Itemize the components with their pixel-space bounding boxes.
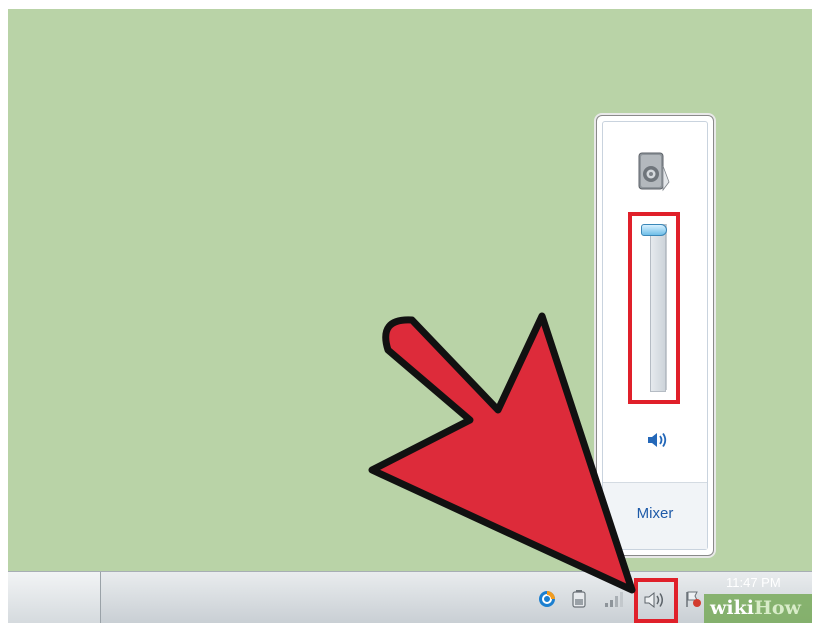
battery-icon[interactable]	[572, 590, 586, 608]
volume-slider-ticks	[666, 224, 673, 390]
volume-slider-highlight	[628, 212, 680, 404]
action-center-flag-icon[interactable]	[684, 590, 702, 608]
volume-flyout: Mixer	[596, 115, 714, 556]
watermark-wiki: wiki	[710, 597, 754, 619]
volume-slider-thumb[interactable]	[641, 224, 667, 236]
taskbar: 11:47 PM wikiHow	[8, 571, 812, 623]
wikihow-watermark: wikiHow	[704, 594, 812, 623]
taskbar-button-area[interactable]	[8, 572, 101, 623]
mixer-link[interactable]: Mixer	[603, 505, 707, 522]
speaker-icon-highlight	[634, 578, 678, 623]
clock-text[interactable]: 11:47 PM	[726, 575, 812, 591]
flyout-footer: Mixer	[603, 482, 707, 549]
network-signal-icon[interactable]	[604, 590, 626, 608]
volume-slider-track[interactable]	[650, 224, 666, 392]
speaker-volume-icon[interactable]	[645, 430, 669, 450]
watermark-how: How	[753, 597, 801, 619]
speaker-device-icon[interactable]	[637, 152, 671, 194]
program-circle-icon[interactable]	[538, 590, 556, 608]
volume-flyout-panel: Mixer	[602, 121, 708, 550]
